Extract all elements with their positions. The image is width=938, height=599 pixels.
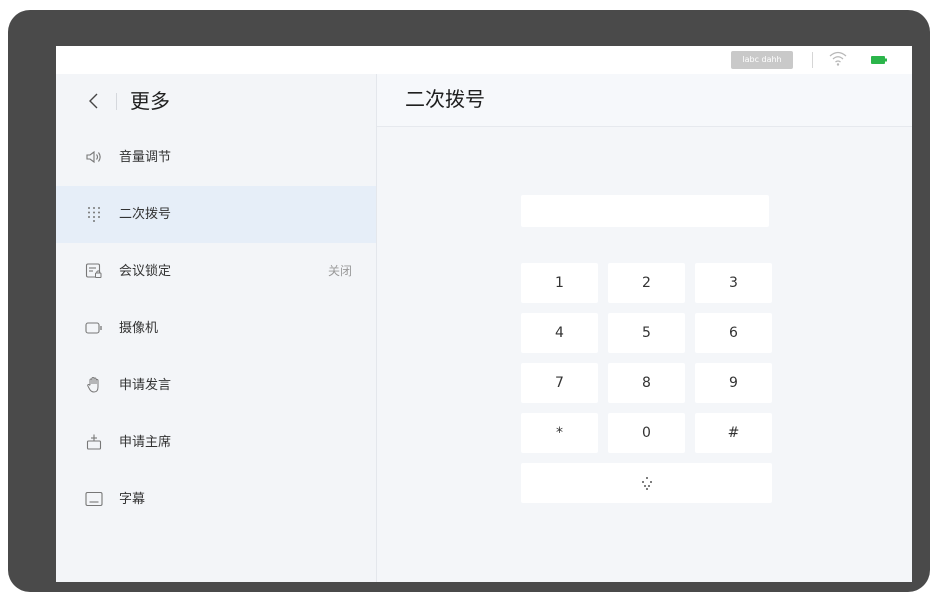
sidebar-item-label: 字幕 — [119, 492, 146, 507]
sidebar-item-label: 二次拨号 — [119, 207, 172, 222]
status-badge: labc dahh — [731, 51, 793, 69]
lock-icon — [85, 263, 102, 278]
battery-icon — [871, 56, 887, 64]
dial-number-input[interactable] — [521, 195, 769, 227]
key-6[interactable]: 6 — [695, 313, 772, 353]
key-star[interactable]: * — [521, 413, 598, 453]
sidebar-menu: 音量调节 二次拨号 会议锁定 关闭 摄像机 申请发言 申请主席 字幕 — [56, 129, 376, 528]
sidebar-item-request-speak[interactable]: 申请发言 — [56, 357, 376, 414]
screen: labc dahh 更多 音量调节 二次拨号 会议锁定 关闭 摄像机 申请发言 … — [56, 46, 912, 582]
sidebar-item-subtitle[interactable]: 字幕 — [56, 471, 376, 528]
sidebar-item-label: 会议锁定 — [119, 264, 172, 279]
hand-icon — [87, 377, 99, 393]
key-9[interactable]: 9 — [695, 363, 772, 403]
sidebar-item-camera[interactable]: 摄像机 — [56, 300, 376, 357]
second-dial-panel: 二次拨号 1 2 3 4 5 6 7 8 9 * 0 # — [377, 74, 912, 582]
sidebar-header: 更多 — [56, 74, 376, 129]
key-0[interactable]: 0 — [608, 413, 685, 453]
sidebar-item-request-chair[interactable]: 申请主席 — [56, 414, 376, 471]
device-frame: labc dahh 更多 音量调节 二次拨号 会议锁定 关闭 摄像机 申请发言 … — [8, 10, 930, 592]
lock-status-value: 关闭 — [327, 264, 352, 278]
chair-icon — [86, 434, 102, 450]
back-arrow-icon[interactable] — [84, 91, 104, 111]
sidebar-item-second-dial[interactable]: 二次拨号 — [56, 186, 376, 243]
sidebar-title: 更多 — [130, 89, 170, 113]
key-3[interactable]: 3 — [695, 263, 772, 303]
camera-icon — [85, 322, 102, 334]
sidebar-item-label: 申请主席 — [119, 435, 172, 450]
dial-keypad: 1 2 3 4 5 6 7 8 9 * 0 # — [521, 263, 772, 503]
status-divider — [812, 52, 813, 68]
key-hash[interactable]: # — [695, 413, 772, 453]
key-5[interactable]: 5 — [608, 313, 685, 353]
key-2[interactable]: 2 — [608, 263, 685, 303]
collapse-keypad-icon — [641, 477, 652, 490]
key-8[interactable]: 8 — [608, 363, 685, 403]
key-7[interactable]: 7 — [521, 363, 598, 403]
key-1[interactable]: 1 — [521, 263, 598, 303]
status-bar: labc dahh — [56, 46, 912, 74]
collapse-keypad-button[interactable] — [521, 463, 772, 503]
key-4[interactable]: 4 — [521, 313, 598, 353]
sidebar-item-volume[interactable]: 音量调节 — [56, 129, 376, 186]
wifi-icon — [829, 51, 847, 66]
sidebar-item-label: 音量调节 — [119, 150, 172, 165]
subtitle-icon — [85, 491, 103, 507]
sidebar-item-meeting-lock[interactable]: 会议锁定 关闭 — [56, 243, 376, 300]
volume-icon — [86, 150, 101, 164]
sidebar-item-label: 摄像机 — [119, 321, 159, 336]
dialpad-icon — [88, 207, 100, 222]
page-title: 二次拨号 — [405, 87, 485, 111]
sidebar: 更多 音量调节 二次拨号 会议锁定 关闭 摄像机 申请发言 申请主席 字幕 — [56, 74, 377, 582]
header-divider — [116, 93, 117, 110]
panel-header: 二次拨号 — [377, 74, 912, 127]
sidebar-item-label: 申请发言 — [119, 378, 172, 393]
